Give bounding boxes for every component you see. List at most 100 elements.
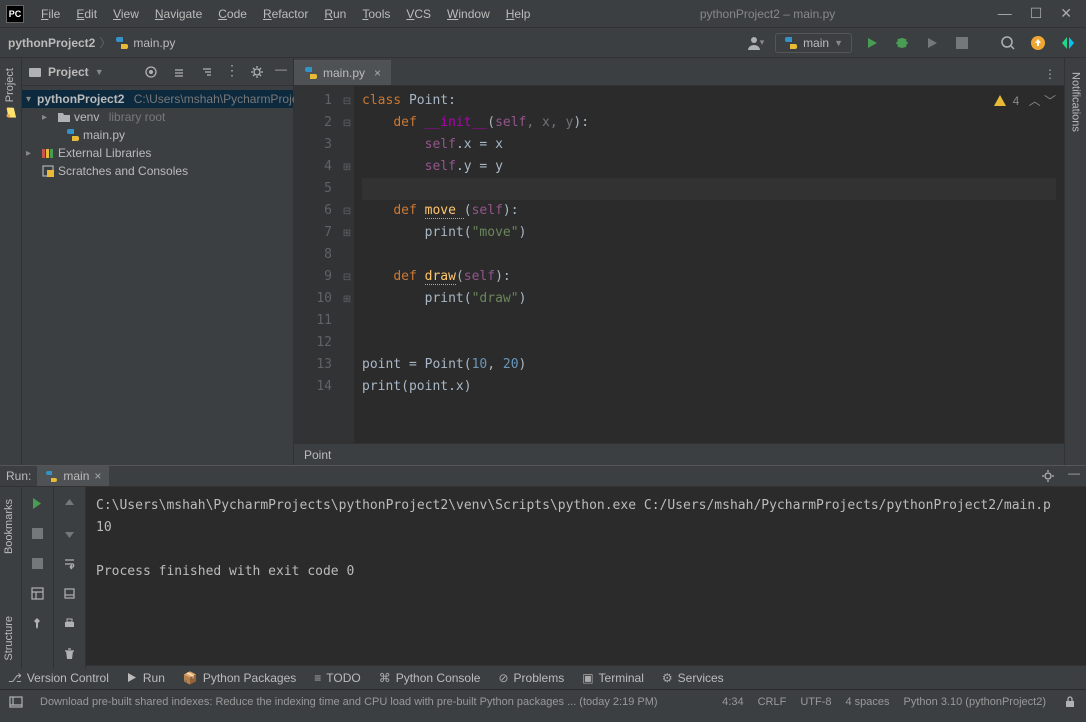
editor-crumb: Point [304, 448, 331, 462]
left-tool-strip-lower: Bookmarks Structure [0, 487, 22, 669]
down-trace-button[interactable] [60, 523, 80, 543]
breadcrumb: pythonProject2 〉 main.py [8, 34, 175, 51]
window-controls: — ☐ ✕ [998, 5, 1080, 22]
clear-button[interactable] [60, 643, 80, 663]
breadcrumb-project[interactable]: pythonProject2 [8, 36, 95, 50]
menu-tools[interactable]: Tools [355, 4, 397, 24]
bottom-tab-todo[interactable]: ≡TODO [314, 671, 360, 685]
run-panel: Run: main × — Bookmarks Structure [0, 465, 1086, 665]
layout-button[interactable] [28, 583, 48, 603]
soft-wrap-button[interactable] [60, 553, 80, 573]
status-bar: Download pre-built shared indexes: Reduc… [0, 689, 1086, 713]
bookmarks-tool-tab[interactable]: Bookmarks [0, 493, 18, 560]
project-panel: Project ▼ ⋮ — ▾ pythonProject2 C:\Users\… [22, 58, 294, 465]
python-file-icon [66, 128, 80, 142]
panel-options-icon[interactable]: ⋮ [225, 62, 239, 82]
menu-file[interactable]: File [34, 4, 67, 24]
lock-icon[interactable] [1060, 692, 1080, 712]
run-config-label: main [803, 36, 829, 50]
console-output[interactable]: C:\Users\mshah\PycharmProjects\pythonPro… [86, 487, 1086, 669]
minimize-button[interactable]: — [998, 5, 1012, 22]
bottom-tab-run[interactable]: Run [127, 671, 165, 685]
project-view-icon [28, 65, 42, 79]
run-settings-icon[interactable] [1038, 466, 1058, 486]
tree-external-libraries[interactable]: ▸ External Libraries [22, 144, 293, 162]
stop-run-button[interactable] [28, 523, 48, 543]
tree-venv[interactable]: ▸ venv library root [22, 108, 293, 126]
restart-button[interactable] [28, 553, 48, 573]
menu-help[interactable]: Help [499, 4, 538, 24]
editor-analysis-widget[interactable]: 4 ︿ ﹀ [993, 92, 1056, 109]
project-tool-tab[interactable]: 📁Project [1, 62, 21, 125]
bottom-tab-python-packages[interactable]: 📦Python Packages [183, 671, 296, 685]
settings-icon[interactable] [247, 62, 267, 82]
tree-project-root[interactable]: ▾ pythonProject2 C:\Users\mshah\PycharmP… [22, 90, 293, 108]
run-button[interactable] [862, 33, 882, 53]
title-bar: PC FileEditViewNavigateCodeRefactorRunTo… [0, 0, 1086, 28]
hide-panel-icon[interactable]: — [275, 62, 287, 82]
status-caret-pos[interactable]: 4:34 [722, 696, 743, 708]
breadcrumb-file[interactable]: main.py [133, 36, 175, 50]
status-eol[interactable]: CRLF [758, 696, 787, 708]
tool-windows-icon[interactable] [6, 692, 26, 712]
debug-button[interactable] [892, 33, 912, 53]
run-toolbar-right [54, 487, 86, 669]
python-file-icon [304, 66, 318, 80]
menu-navigate[interactable]: Navigate [148, 4, 209, 24]
status-message[interactable]: Download pre-built shared indexes: Reduc… [40, 696, 708, 708]
menu-run[interactable]: Run [317, 4, 353, 24]
close-tab-icon[interactable]: × [374, 66, 381, 80]
left-tool-strip: 📁Project [0, 58, 22, 465]
search-icon[interactable] [998, 33, 1018, 53]
menu-refactor[interactable]: Refactor [256, 4, 315, 24]
tree-label: Scratches and Consoles [58, 164, 188, 178]
tree-main-file[interactable]: main.py [22, 126, 293, 144]
right-tool-strip: Notifications [1064, 58, 1086, 465]
up-trace-button[interactable] [60, 493, 80, 513]
hide-run-panel-icon[interactable]: — [1068, 466, 1080, 486]
menu-edit[interactable]: Edit [69, 4, 104, 24]
maximize-button[interactable]: ☐ [1030, 5, 1043, 22]
select-opened-file-icon[interactable] [141, 62, 161, 82]
structure-tool-tab[interactable]: Structure [0, 610, 18, 667]
tree-scratches[interactable]: ▸ Scratches and Consoles [22, 162, 293, 180]
bottom-tab-problems[interactable]: ⊘Problems [498, 671, 564, 685]
pin-button[interactable] [28, 613, 48, 633]
run-config-selector[interactable]: main ▼ [775, 33, 852, 53]
run-tab-label: main [63, 469, 89, 483]
project-panel-title: Project [48, 65, 89, 79]
main-area: 📁Project Project ▼ ⋮ — ▾ pythonProject2 … [0, 58, 1086, 465]
editor-tab-main[interactable]: main.py × [294, 60, 391, 85]
code-area[interactable]: class Point: def __init__(self, x, y): s… [354, 86, 1064, 443]
expand-all-icon[interactable] [169, 62, 189, 82]
bottom-tab-python-console[interactable]: ⌘Python Console [379, 671, 481, 685]
folder-icon [57, 110, 71, 124]
menu-view[interactable]: View [106, 4, 146, 24]
bottom-tab-terminal[interactable]: ▣Terminal [582, 671, 644, 685]
stop-button[interactable] [952, 33, 972, 53]
menu-vcs[interactable]: VCS [399, 4, 438, 24]
menu-window[interactable]: Window [440, 4, 497, 24]
scroll-to-end-button[interactable] [60, 583, 80, 603]
menu-code[interactable]: Code [211, 4, 254, 24]
status-indent[interactable]: 4 spaces [845, 696, 889, 708]
status-encoding[interactable]: UTF-8 [800, 696, 831, 708]
editor-crumb-bar[interactable]: Point [294, 443, 1064, 465]
ide-updates-icon[interactable] [1028, 33, 1048, 53]
editor-tabs-menu-icon[interactable]: ⋮ [1036, 63, 1064, 85]
close-run-tab-icon[interactable]: × [94, 469, 101, 483]
code-with-me-icon[interactable] [1058, 33, 1078, 53]
bottom-tab-version-control[interactable]: ⎇Version Control [8, 671, 109, 685]
rerun-button[interactable] [28, 493, 48, 513]
run-tab[interactable]: main × [37, 466, 109, 486]
editor-body[interactable]: 1234567891011121314 ⊟⊟⊞⊟⊞⊟⊞ class Point:… [294, 86, 1064, 443]
collapse-all-icon[interactable] [197, 62, 217, 82]
tree-label: pythonProject2 [37, 92, 124, 106]
bottom-tab-services[interactable]: ⚙Services [662, 671, 724, 685]
close-button[interactable]: ✕ [1060, 5, 1072, 22]
status-interpreter[interactable]: Python 3.10 (pythonProject2) [904, 696, 1046, 708]
print-button[interactable] [60, 613, 80, 633]
notifications-tool-tab[interactable]: Notifications [1067, 66, 1085, 138]
run-with-coverage-button[interactable] [922, 33, 942, 53]
user-icon[interactable]: ▾ [745, 33, 765, 53]
